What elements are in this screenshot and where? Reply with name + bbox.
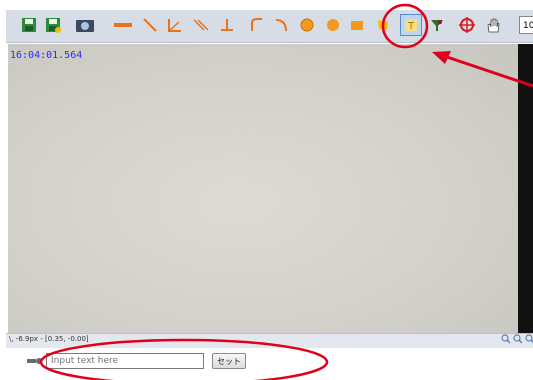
curve-icon[interactable] [270, 14, 292, 36]
key-icon [27, 358, 42, 364]
rectangle-icon[interactable] [346, 14, 368, 36]
line-measure-icon[interactable] [112, 14, 134, 36]
save-icon[interactable] [18, 14, 40, 36]
filter-icon[interactable] [426, 14, 448, 36]
toolbar: T 100 [6, 10, 533, 43]
position-readout: \, -6.9px - [0.35, -0.00] [9, 335, 89, 343]
circle-icon[interactable] [296, 14, 318, 36]
set-button[interactable]: セット [212, 353, 246, 369]
polygon-icon[interactable] [372, 14, 394, 36]
arc-icon[interactable] [246, 14, 268, 36]
point-circle-icon[interactable] [322, 14, 344, 36]
zoom-fit-icon[interactable] [525, 334, 533, 344]
diagonal-line-icon[interactable] [139, 14, 161, 36]
svg-text:T: T [407, 21, 415, 32]
timestamp: 16:04:01.564 [10, 50, 83, 61]
angle-icon[interactable] [163, 14, 185, 36]
zoom-input[interactable]: 100 [519, 16, 533, 34]
zoom-in-icon[interactable] [501, 334, 511, 344]
parallel-lines-icon[interactable] [190, 14, 212, 36]
zoom-controls [501, 334, 533, 344]
hand-icon[interactable] [482, 14, 504, 36]
text-tool-icon[interactable]: T [400, 14, 422, 36]
save-as-icon[interactable] [42, 14, 64, 36]
camera-view[interactable] [8, 44, 518, 333]
status-bar: \, -6.9px - [0.35, -0.00] [6, 333, 533, 348]
view-edge [518, 44, 533, 333]
crosshair-icon[interactable] [456, 14, 478, 36]
snapshot-icon[interactable] [74, 14, 96, 36]
zoom-out-icon[interactable] [513, 334, 523, 344]
text-input[interactable] [46, 353, 204, 369]
perpendicular-icon[interactable] [216, 14, 238, 36]
